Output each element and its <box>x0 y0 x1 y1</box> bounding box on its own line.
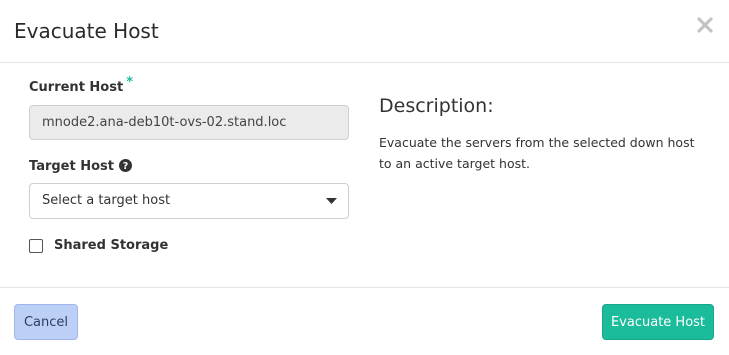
description-text: Evacuate the servers from the selected d… <box>379 135 695 171</box>
target-host-label-text: Target Host <box>29 159 115 174</box>
description-title: Description: <box>379 95 494 117</box>
evacuate-host-button[interactable]: Evacuate Host <box>602 304 714 340</box>
cancel-button[interactable]: Cancel <box>14 304 78 340</box>
target-host-select[interactable]: Select a target host <box>29 183 349 219</box>
shared-storage-label[interactable]: Shared Storage <box>54 238 168 253</box>
current-host-label: Current Host * <box>29 75 133 95</box>
evacuate-host-dialog: Evacuate Host Current Host * mnode2.ana-d… <box>0 0 729 354</box>
current-host-label-text: Current Host <box>29 80 124 95</box>
dialog-title: Evacuate Host <box>14 19 159 43</box>
target-host-label: Target Host? <box>29 159 133 176</box>
svg-text:?: ? <box>123 161 129 172</box>
close-icon <box>697 16 713 33</box>
shared-storage-checkbox[interactable] <box>29 239 43 253</box>
target-host-selected-value: Select a target host <box>42 193 171 208</box>
chevron-down-icon <box>326 198 337 204</box>
question-circle-icon[interactable]: ? <box>119 159 133 176</box>
current-host-field: mnode2.ana-deb10t-ovs-02.stand.loc <box>29 105 349 140</box>
dialog-header: Evacuate Host <box>0 0 729 63</box>
dialog-footer: Cancel Evacuate Host <box>0 287 729 355</box>
dialog-body: Current Host * mnode2.ana-deb10t-ovs-02.s… <box>0 63 729 287</box>
close-button[interactable] <box>695 14 715 38</box>
required-marker: * <box>126 75 134 90</box>
